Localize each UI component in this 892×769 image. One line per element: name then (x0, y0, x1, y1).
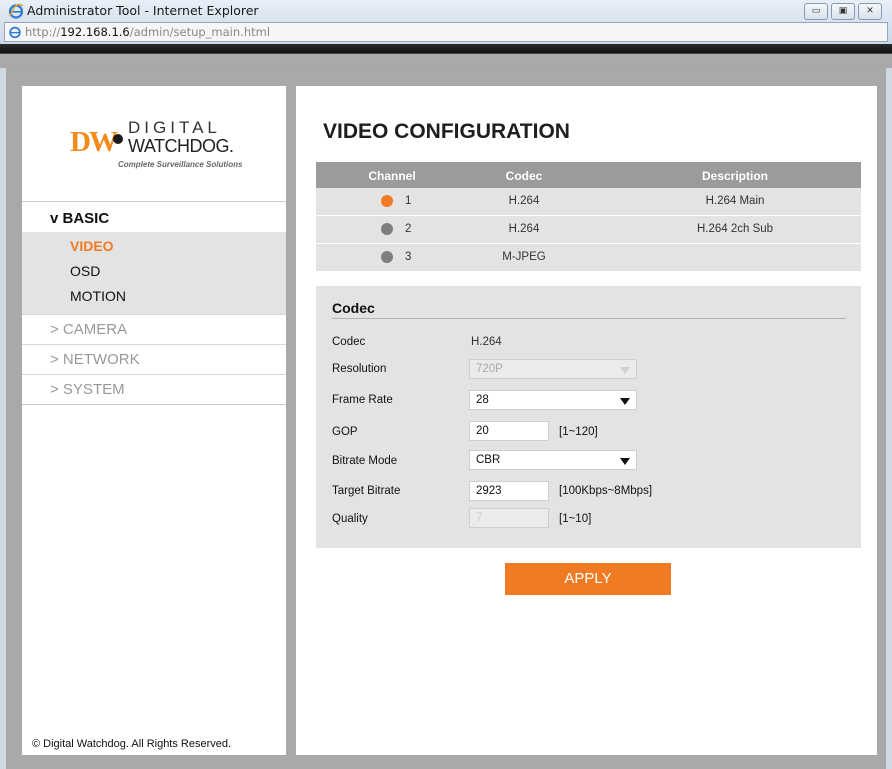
channel-description: H.264 2ch Sub (696, 223, 774, 235)
sidebar-item-camera-label: > CAMERA (50, 321, 128, 338)
bitrate-mode-label: Bitrate Mode (332, 455, 398, 467)
channel-number: 3 (405, 251, 412, 263)
sidebar-item-motion[interactable]: MOTION (70, 288, 126, 304)
address-url: http://192.168.1.6/admin/setup_main.html (25, 25, 270, 39)
channel-radio[interactable] (381, 223, 393, 235)
channel-table: Channel Codec Description 1 H.264 H.264 … (316, 162, 861, 272)
page-title: VIDEO CONFIGURATION (323, 120, 570, 143)
logo-mark: DW (70, 126, 118, 159)
sidebar-item-basic-label: v BASIC (50, 210, 110, 227)
sidebar-item-camera[interactable]: > CAMERA (22, 314, 286, 345)
frame-rate-label: Frame Rate (332, 394, 393, 406)
chevron-down-icon (620, 398, 630, 405)
chevron-down-icon (620, 367, 630, 374)
sidebar-item-network-label: > NETWORK (50, 351, 140, 368)
column-header-description: Description (701, 169, 769, 183)
panel-divider (332, 318, 846, 319)
bitrate-mode-select[interactable]: CBR (469, 450, 637, 470)
logo-tagline: Complete Surveillance Solutions (118, 160, 243, 169)
address-scheme: http:// (25, 25, 61, 39)
codec-panel-title: Codec (332, 300, 375, 316)
resolution-select: 720P (469, 359, 637, 379)
frame-rate-value: 28 (476, 394, 489, 406)
gop-label: GOP (332, 426, 358, 438)
channel-row-3[interactable]: 3 M-JPEG (316, 244, 861, 272)
logo-dot (113, 134, 123, 144)
channel-number: 2 (405, 223, 412, 235)
sidebar: DW DIGITAL WATCHDOG. Complete Surveillan… (22, 86, 286, 755)
column-header-codec: Codec (505, 169, 543, 183)
channel-codec: H.264 (508, 223, 540, 235)
sidebar-item-system[interactable]: > SYSTEM (22, 374, 286, 405)
channel-number: 1 (405, 195, 412, 207)
toolbar-separator (0, 44, 892, 68)
logo-line1: DIGITAL (128, 118, 221, 137)
sidebar-item-network[interactable]: > NETWORK (22, 344, 286, 375)
internet-explorer-icon (9, 26, 21, 39)
logo-mark-text: DW (70, 126, 118, 158)
minimize-icon[interactable]: ▭ (804, 3, 828, 20)
internet-explorer-icon (8, 3, 24, 19)
address-host: 192.168.1.6 (60, 25, 130, 39)
codec-label: Codec (332, 336, 366, 348)
quality-label: Quality (332, 513, 368, 525)
frame-rate-select[interactable]: 28 (469, 390, 637, 410)
target-bitrate-input[interactable] (469, 481, 549, 501)
basic-submenu: VIDEO OSD MOTION (22, 232, 286, 314)
window-title: Administrator Tool - Internet Explorer (27, 3, 259, 18)
gop-input[interactable] (469, 421, 549, 441)
channel-radio-selected[interactable] (381, 195, 393, 207)
target-bitrate-range: [100Kbps~8Mbps] (559, 485, 653, 497)
channel-row-2[interactable]: 2 H.264 H.264 2ch Sub (316, 216, 861, 244)
target-bitrate-label: Target Bitrate (332, 485, 401, 497)
channel-radio[interactable] (381, 251, 393, 263)
gop-range: [1~120] (559, 426, 598, 438)
channel-table-header: Channel Codec Description (316, 162, 861, 188)
channel-description: H.264 Main (705, 195, 765, 207)
quality-input (469, 508, 549, 528)
sidebar-item-video[interactable]: VIDEO (70, 238, 114, 254)
sidebar-item-basic[interactable]: v BASIC (22, 201, 286, 232)
address-path: /admin/setup_main.html (129, 25, 271, 39)
channel-codec: H.264 (508, 195, 540, 207)
address-bar[interactable]: http://192.168.1.6/admin/setup_main.html (4, 22, 888, 42)
codec-value: H.264 (471, 336, 502, 348)
copyright-text: © Digital Watchdog. All Rights Reserved. (32, 738, 232, 750)
codec-settings-panel: Codec Codec H.264 Resolution 720P Frame … (316, 286, 861, 548)
logo-line2: WATCHDOG. (128, 136, 234, 156)
maximize-icon[interactable]: ▣ (831, 3, 855, 20)
menu-divider (22, 404, 286, 405)
apply-button[interactable]: APPLY (505, 563, 671, 595)
bitrate-mode-value: CBR (476, 454, 501, 466)
channel-row-1[interactable]: 1 H.264 H.264 Main (316, 188, 861, 216)
quality-range: [1~10] (559, 513, 592, 525)
sidebar-item-system-label: > SYSTEM (50, 381, 125, 398)
channel-codec: M-JPEG (502, 251, 546, 263)
close-icon[interactable]: ✕ (858, 3, 882, 20)
window-titlebar: Administrator Tool - Internet Explorer ▭… (0, 0, 892, 45)
window-controls: ▭ ▣ ✕ (804, 3, 882, 20)
resolution-label: Resolution (332, 363, 387, 375)
column-header-channel: Channel (368, 169, 416, 183)
digital-watchdog-logo: DW DIGITAL WATCHDOG. Complete Surveillan… (70, 110, 260, 180)
main-content: VIDEO CONFIGURATION Channel Codec Descri… (296, 86, 877, 755)
resolution-value: 720P (476, 363, 503, 375)
sidebar-item-osd[interactable]: OSD (70, 263, 100, 279)
chevron-down-icon (620, 458, 630, 465)
